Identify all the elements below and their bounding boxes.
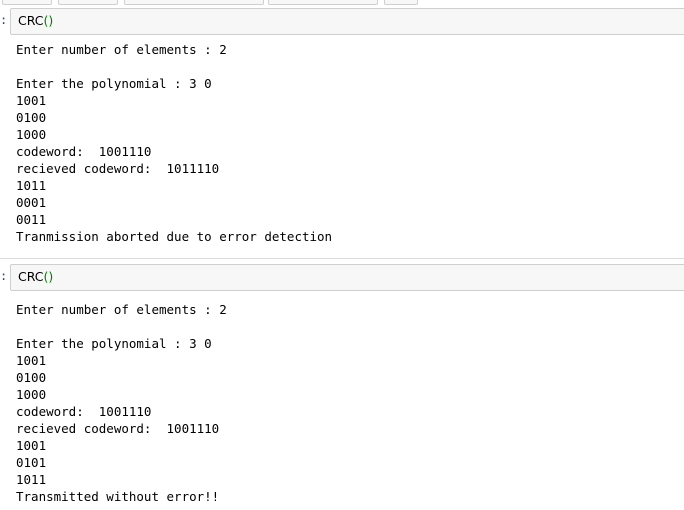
call-parens: () (43, 13, 54, 28)
output-line: Enter number of elements : 2 (16, 302, 227, 317)
output-line: 1000 (16, 127, 47, 142)
output-line: 1001 (16, 93, 47, 108)
code-cell-2[interactable]: : CRC() Enter number of elements : 2 Ente… (0, 264, 684, 510)
code-text: CRC() (18, 13, 53, 28)
toolbar-button[interactable] (124, 0, 264, 5)
function-name: CRC (18, 269, 44, 284)
output-line: 0001 (16, 195, 47, 210)
output-line: 1011 (16, 472, 47, 487)
output-line: 1001 (16, 438, 47, 453)
code-input[interactable]: CRC() (10, 264, 684, 291)
output-line: 0101 (16, 455, 47, 470)
cell-output: Enter number of elements : 2 Enter the po… (16, 41, 332, 245)
output-line: recieved codeword: 1001110 (16, 421, 220, 436)
output-line: Enter the polynomial : 3 0 (16, 76, 212, 91)
output-line: 1000 (16, 387, 47, 402)
toolbar (0, 0, 684, 8)
output-line: codeword: 1001110 (16, 144, 152, 159)
code-text: CRC() (18, 269, 53, 284)
toolbar-button[interactable] (58, 0, 118, 5)
call-parens: () (43, 269, 54, 284)
code-cell-1[interactable]: : CRC() Enter number of elements : 2 Ente… (0, 8, 684, 258)
output-line: 0100 (16, 370, 47, 385)
input-prompt: : (0, 269, 8, 283)
toolbar-button[interactable] (384, 0, 418, 5)
notebook-page: : CRC() Enter number of elements : 2 Ente… (0, 0, 684, 510)
output-line: 0100 (16, 110, 47, 125)
output-line: 1011 (16, 178, 47, 193)
output-line: 1001 (16, 353, 47, 368)
cell-output: Enter number of elements : 2 Enter the po… (16, 301, 227, 505)
output-line: codeword: 1001110 (16, 404, 152, 419)
cell-divider (0, 258, 684, 259)
output-line: 0011 (16, 212, 47, 227)
toolbar-button[interactable] (268, 0, 378, 5)
code-input[interactable]: CRC() (10, 8, 684, 35)
function-name: CRC (18, 13, 44, 28)
output-line: recieved codeword: 1011110 (16, 161, 220, 176)
output-line: Transmitted without error!! (16, 489, 220, 504)
output-line: Enter the polynomial : 3 0 (16, 336, 212, 351)
output-line: Tranmission aborted due to error detecti… (16, 229, 333, 244)
output-line: Enter number of elements : 2 (16, 42, 227, 57)
input-prompt: : (0, 13, 8, 27)
toolbar-button[interactable] (2, 0, 52, 5)
